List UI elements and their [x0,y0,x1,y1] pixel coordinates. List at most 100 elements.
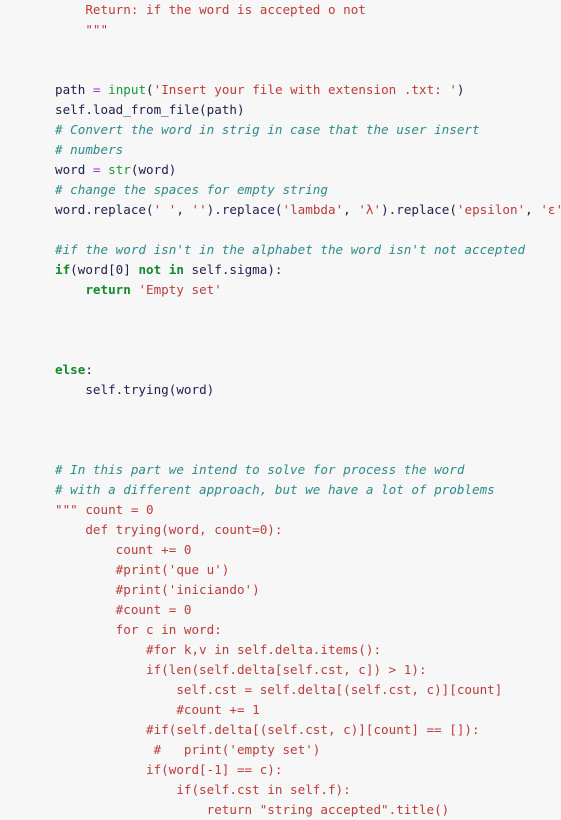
code-token-bi: str [108,162,131,177]
code-token-plain: (word[ [70,262,116,277]
code-token-str: #for k,v in self.delta.items(): [55,642,382,657]
code-token-plain: , [343,202,359,217]
code-line: #print('que u') [0,560,561,580]
code-token-str: return "string accepted".title() [55,802,450,817]
code-line: path = input('Insert your file with exte… [0,80,561,100]
code-line: # print('empty set') [0,740,561,760]
code-token-str: 'ε' [540,202,561,217]
code-token-str: count += 0 [55,542,192,557]
code-token-com: # Convert the word in strig in case that… [55,122,480,137]
code-line: # Convert the word in strig in case that… [0,120,561,140]
code-token-doc: """ [85,22,109,37]
code-token-kw: if [55,262,71,277]
code-token-com: # numbers [55,142,124,157]
code-token-str: 'lambda' [282,202,344,217]
code-line: self.cst = self.delta[(self.cst, c)][cou… [0,680,561,700]
code-token-str: if(len(self.delta[self.cst, c]) > 1): [55,662,427,677]
code-line: #print('iniciando') [0,580,561,600]
code-token-doc: Return: if the word is accepted o not [85,2,366,17]
code-token-plain: self.sigma): [183,262,283,277]
code-line: else: [0,360,561,380]
code-line: # change the spaces for empty string [0,180,561,200]
code-token-str: for c in word: [55,622,222,637]
code-token-plain: ).replace( [381,202,457,217]
code-token-str: self.cst = self.delta[(self.cst, c)][cou… [55,682,503,697]
code-line: #for k,v in self.delta.items(): [0,640,561,660]
code-token-kw: not in [138,262,184,277]
code-line: self.load_from_file(path) [0,100,561,120]
code-token-plain: self.load_from_file(path) [55,102,245,117]
code-token-plain: : [85,362,93,377]
code-line: for c in word: [0,620,561,640]
code-token-com: #if the word isn't in the alphabet the w… [55,242,526,257]
code-line: Return: if the word is accepted o not [0,0,561,20]
code-line: count += 0 [0,540,561,560]
code-token-plain: , [525,202,541,217]
code-token-str: #print('que u') [55,562,230,577]
code-token-str: def trying(word, count=0): [55,522,283,537]
code-token-plain: self.trying(word) [85,382,215,397]
code-line: # numbers [0,140,561,160]
code-token-str: if(word[-1] == c): [55,762,283,777]
code-line: def trying(word, count=0): [0,520,561,540]
code-token-str: ' ' [153,202,177,217]
code-token-plain: ( [146,82,154,97]
code-token-name: path [55,82,93,97]
code-token-op: = [92,162,101,177]
code-token-plain: ).replace( [206,202,283,217]
code-line: if(self.cst in self.f): [0,780,561,800]
code-token-str: if(self.cst in self.f): [55,782,351,797]
code-token-str: # print('empty set') [55,742,321,757]
code-token-op: = [92,82,101,97]
code-token-str: 'Insert your file with extension .txt: ' [153,82,457,97]
code-token-plain: , [176,202,192,217]
code-line: """ count = 0 [0,500,561,520]
code-line: word = str(word) [0,160,561,180]
code-token-plain: (word) [130,162,177,177]
code-token-str: #count = 0 [55,602,192,617]
code-token-str: 'Empty set' [138,282,222,297]
code-line: #if the word isn't in the alphabet the w… [0,240,561,260]
code-token-com: # change the spaces for empty string [55,182,328,197]
code-line: return "string accepted".title() [0,800,561,820]
code-line: self.trying(word) [0,380,561,400]
code-token-plain: ) [456,82,465,97]
code-line: #count = 0 [0,600,561,620]
code-editor-view[interactable]: Return: if the word is accepted o not ""… [0,0,561,817]
code-token-str: #print('iniciando') [55,582,260,597]
code-token-str: """ count = 0 [55,502,154,517]
code-line: if(word[0] not in self.sigma): [0,260,561,280]
code-token-kw: return [85,282,131,297]
code-token-plain: word.replace( [55,202,154,217]
code-token-com: # with a different approach, but we have… [55,482,495,497]
code-line: return 'Empty set' [0,280,561,300]
code-line: #count += 1 [0,700,561,720]
code-token-str: 'λ' [358,202,382,217]
code-token-name: word [55,162,93,177]
code-line: word.replace(' ', '').replace('lambda', … [0,200,561,220]
code-line: #if(self.delta[(self.cst, c)][count] == … [0,720,561,740]
code-token-str: '' [191,202,207,217]
code-token-plain: ] [123,262,139,277]
code-line: """ [0,20,561,40]
code-token-str: #if(self.delta[(self.cst, c)][count] == … [55,722,480,737]
code-line: if(len(self.delta[self.cst, c]) > 1): [0,660,561,680]
code-token-com: # In this part we intend to solve for pr… [55,462,465,477]
code-line: if(word[-1] == c): [0,760,561,780]
code-token-str: #count += 1 [55,702,260,717]
